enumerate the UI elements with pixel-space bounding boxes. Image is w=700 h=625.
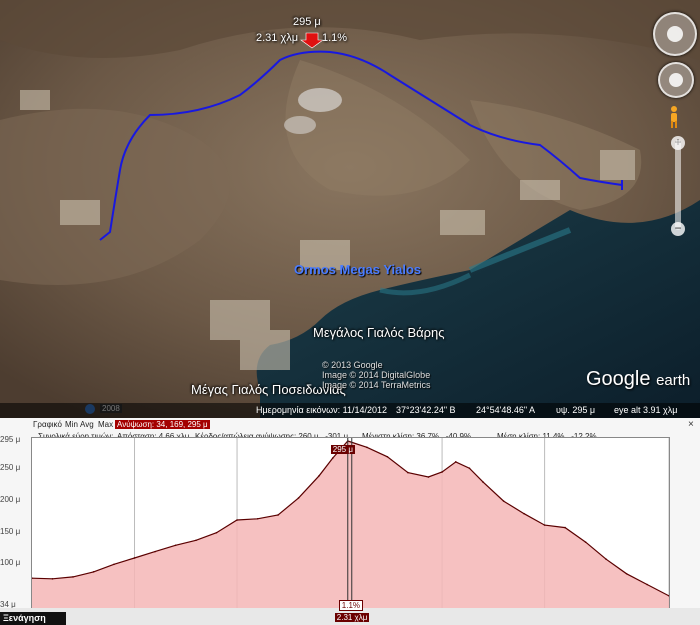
elevation-point [625, 572, 628, 575]
hand-icon[interactable] [669, 73, 683, 87]
point-elevation: υψ. 295 μ [556, 405, 596, 415]
marker-distance: 2.31 χλμ [256, 32, 299, 44]
elevation-point [154, 550, 156, 553]
imagery-date: Ημερομηνία εικόνων: 11/14/2012 [256, 405, 388, 415]
close-profile-button[interactable]: × [688, 419, 694, 430]
elevation-point [174, 544, 177, 547]
elevation-point [468, 467, 471, 469]
elevation-point [605, 558, 607, 561]
avg-toggle[interactable]: Avg [80, 420, 94, 429]
elevation-point [441, 471, 443, 473]
elevation-point [523, 512, 525, 515]
street-view-pegman-icon[interactable] [668, 105, 680, 129]
elevation-point [407, 471, 409, 474]
elevation-point [195, 539, 197, 542]
elevation-point [502, 500, 505, 502]
elevation-point [133, 557, 136, 559]
map-view[interactable]: 295 μ 2.31 χλμ 1.1% Ormos Megas Yialos Μ… [0, 0, 700, 418]
min-toggle[interactable]: Min [65, 420, 78, 429]
elevation-point [92, 571, 95, 573]
google-earth-logo: Google earth [586, 368, 691, 390]
elevation-point [366, 446, 368, 449]
status-bar: Ημερομηνία εικόνων: 11/14/2012 37°23'42.… [0, 403, 700, 418]
village-label-varis[interactable]: Μεγάλος Γιαλός Βάρης [313, 325, 445, 340]
elevation-point [318, 474, 320, 477]
cursor-grade-label: 1.1% [338, 600, 363, 611]
elevation-point [584, 541, 587, 543]
cursor-distance-label: 2.31 χλμ [334, 613, 370, 622]
eye-altitude: eye alt 3.91 χλμ [614, 405, 678, 415]
y-tick-label: 250 μ [0, 463, 21, 473]
y-tick-label: 200 μ [0, 495, 21, 505]
elevation-point [256, 517, 259, 520]
elevation-point [482, 481, 484, 483]
bay-label[interactable]: Ormos Megas Yialos [294, 262, 421, 277]
map-copyright: © 2013 Google Image © 2014 DigitalGlobe … [322, 360, 431, 390]
elevation-point [277, 514, 279, 516]
elevation-point [564, 526, 566, 529]
cursor-elevation-label: 295 μ [330, 445, 355, 454]
satellite-imagery [0, 0, 700, 418]
move-joystick[interactable] [658, 62, 694, 98]
elevation-chart[interactable] [31, 437, 670, 610]
eye-icon[interactable] [667, 26, 683, 42]
elevation-point [215, 531, 218, 534]
marker-grade: 1.1% [322, 32, 348, 44]
elevation-point [386, 456, 389, 458]
y-tick-label: 295 μ [0, 435, 21, 444]
profile-toolbar-row1: Γραφικό Min Avg Max Ανύψωση: 34, 169, 29… [0, 419, 700, 431]
elevation-point [113, 563, 115, 566]
tour-button[interactable]: Ξενάγηση [0, 612, 66, 625]
marker-elevation: 295 μ [293, 16, 321, 28]
elevation-point [454, 461, 457, 463]
elevation-point [331, 457, 334, 459]
elevation-series-toggle[interactable]: Ανύψωση: 34, 169, 295 μ [115, 420, 210, 429]
elevation-point [51, 578, 54, 580]
tour-label: Ξενάγηση [3, 613, 46, 623]
y-tick-label: 150 μ [0, 526, 21, 536]
elevation-area [32, 441, 669, 609]
elevation-point [543, 524, 546, 526]
elevation-point [72, 576, 74, 578]
longitude: 24°54'48.46" Α [476, 405, 536, 415]
copyright-digitalglobe: Image © 2014 DigitalGlobe [322, 370, 431, 380]
elevation-chart-svg [31, 438, 670, 609]
look-joystick[interactable] [653, 12, 697, 56]
zoom-slider[interactable] [675, 140, 681, 230]
copyright-google: © 2013 Google [322, 360, 383, 370]
graph-menu[interactable]: Γραφικό [33, 420, 62, 429]
elevation-point [646, 583, 648, 586]
latitude: 37°23'42.24" Β [396, 405, 456, 415]
copyright-terrametrics: Image © 2014 TerraMetrics [322, 380, 431, 390]
zoom-out-button[interactable]: − [671, 222, 685, 236]
y-tick-label: 100 μ [0, 558, 21, 568]
elevation-point [427, 476, 430, 478]
elevation-point [297, 497, 300, 499]
elevation-point [236, 519, 238, 521]
max-toggle[interactable]: Max [98, 420, 113, 429]
